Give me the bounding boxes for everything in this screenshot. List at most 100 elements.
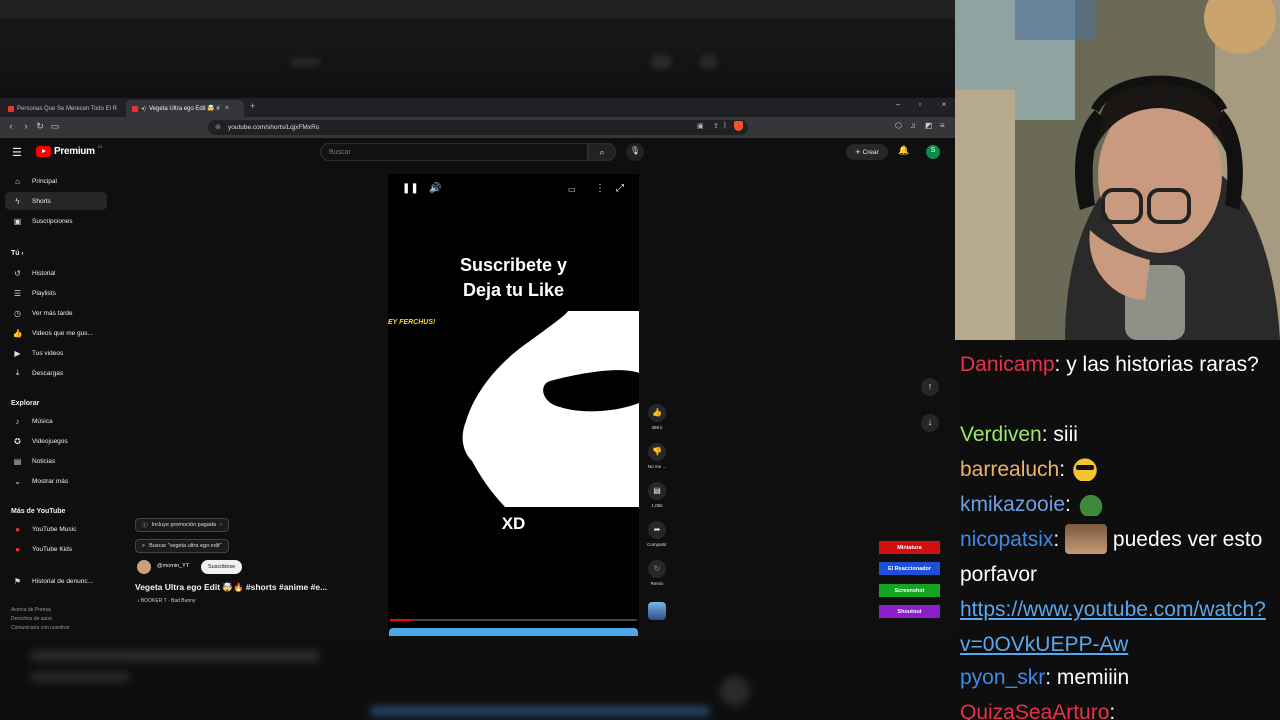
sidebar-item-playlists[interactable]: ☰ Playlists [5, 284, 107, 302]
sidebar: ⌂ Principal ϟ Shorts ▣ Suscripciones Tú › ↺… [0, 168, 120, 636]
share-page-icon[interactable]: ⇪ [713, 122, 719, 130]
search-input[interactable]: Buscar [320, 143, 588, 161]
back-icon[interactable]: ‹ [5, 121, 17, 131]
youtube-premium-logo[interactable]: Premium CL [36, 144, 103, 157]
stream-frame: Personas Que Se Merecen Todo El R ◂) Veg… [0, 0, 1280, 720]
subscribe-button[interactable]: Suscribirse [201, 560, 243, 574]
close-tab-icon[interactable]: × [225, 105, 229, 112]
site-info-icon[interactable]: ⊜ [215, 123, 221, 131]
youtube-logo-icon [36, 146, 51, 157]
sidebar-item-ver-mas-tarde[interactable]: ◷ Ver más tarde [5, 304, 107, 322]
channel-avatar[interactable] [137, 560, 151, 574]
captions-icon[interactable]: ▭ [568, 185, 576, 194]
search-suggestion-chip[interactable]: ⌕ Buscar "vegeta ultra ego edit" [135, 539, 229, 553]
address-bar[interactable]: ⊜ youtube.com/shorts/LqjxFMxRo [208, 120, 748, 135]
chat-username: nicopatsix [960, 528, 1054, 551]
screenshot-icon[interactable]: ▣ [697, 122, 704, 130]
sidebar-item-principal[interactable]: ⌂ Principal [5, 172, 107, 190]
share-button[interactable]: ➦ Compartir [642, 521, 672, 547]
url-text: youtube.com/shorts/LqjxFMxRo [228, 124, 320, 131]
sidebar-item-musica[interactable]: ♪ Música [5, 412, 107, 430]
video-icon: ▶ [14, 348, 21, 358]
video-title[interactable]: Vegeta Ultra ego Edit 🤯🔥 #shorts #anime … [135, 582, 327, 593]
reader-icon[interactable]: ▭ [49, 121, 61, 132]
restore-icon[interactable]: ▫ [911, 100, 929, 109]
new-tab-icon[interactable]: + [250, 101, 255, 111]
song-credit[interactable]: ♪ BOOKER T · Bad Bunny [137, 598, 195, 604]
fullscreen-icon[interactable]: ⤢ [616, 183, 624, 194]
reload-icon[interactable]: ↻ [34, 121, 46, 132]
notifications-bell-icon[interactable]: 🔔 [898, 145, 909, 156]
sidebar-item-youtube-music[interactable]: ● YouTube Music [5, 520, 107, 538]
streamer-webcam [955, 0, 1280, 340]
sidebar-item-descargas[interactable]: ⤓ Descargas [5, 364, 107, 382]
sidebar-item-report-history[interactable]: ⚑ Historial de denunc... [5, 572, 107, 590]
home-icon: ⌂ [15, 176, 20, 186]
sidebar-item-noticias[interactable]: ▤ Noticias [5, 452, 107, 470]
chat-message: Danicamp: y las historias raras? [960, 353, 1259, 376]
paid-promotion-chip[interactable]: ⓘ Incluye promoción pagada › [135, 518, 229, 532]
remix-button[interactable]: ↻ Remix [642, 560, 672, 586]
gaming-icon: ✪ [14, 436, 21, 446]
sidebar-item-videojuegos[interactable]: ✪ Videojuegos [5, 432, 107, 450]
audio-icon: ◂) [141, 106, 147, 112]
audio-thumbnail[interactable] [648, 602, 666, 620]
sidebar-heading-you[interactable]: Tú › [11, 250, 24, 257]
account-avatar[interactable]: S [926, 145, 940, 159]
volume-icon[interactable]: 🔊 [429, 183, 441, 194]
next-short-button[interactable]: ↓ [921, 414, 939, 432]
create-button[interactable]: + Crear [846, 144, 888, 160]
search-button[interactable]: ⌕ [588, 143, 616, 161]
media-icon[interactable]: ♫ [910, 121, 916, 130]
clock-icon: ◷ [14, 308, 21, 318]
comments-button[interactable]: ▤ 1,055 [642, 482, 672, 508]
chat-message: pyon_skr: memiiin [960, 666, 1130, 689]
channel-name[interactable]: @momin_YT [157, 563, 189, 569]
sidebar-heading-more: Más de YouTube [11, 508, 66, 515]
stream-chat: Danicamp: y las historias raras? Verdive… [955, 340, 1280, 720]
previous-short-button[interactable]: ↑ [921, 378, 939, 396]
comment-icon: ▤ [648, 482, 666, 500]
extension-icon[interactable]: ⬡ [895, 121, 902, 130]
voice-search-button[interactable]: 🎙 [626, 143, 644, 161]
menu-icon[interactable]: ≡ [940, 121, 945, 130]
reaccionador-button[interactable]: El Reaccionador [878, 561, 941, 576]
search-icon: ⌕ [599, 147, 605, 157]
overlay-tag: EY FERCHUS! [388, 319, 436, 326]
overlay-bottom-text: XD [501, 514, 526, 533]
silhouette-graphic [462, 311, 639, 507]
yt-kids-icon: ● [15, 544, 20, 554]
tab-vegeta[interactable]: ◂) Vegeta Ultra ego Edit 🤯 # × [126, 100, 244, 117]
screenshot-button[interactable]: Screenshot [878, 583, 941, 598]
like-button[interactable]: 👍 369 k [642, 404, 672, 430]
dislike-button[interactable]: 👎 No me ... [642, 443, 672, 469]
video-progress-bar[interactable] [390, 619, 637, 621]
sidebar-item-historial[interactable]: ↺ Historial [5, 264, 107, 282]
chat-username: barrealuch [960, 458, 1060, 481]
sidebar-item-suscripciones[interactable]: ▣ Suscripciones [5, 212, 107, 230]
webcam-image [955, 0, 1280, 340]
shoutout-button[interactable]: Shoutout [878, 604, 941, 619]
sidebar-item-shorts[interactable]: ϟ Shorts [5, 192, 107, 210]
shorts-player[interactable]: ❚❚ 🔊 ▭ ⋮ ⤢ Suscribete y Deja tu Like EY … [388, 174, 639, 632]
frog-emote-icon [1076, 492, 1105, 516]
sidebar-item-youtube-kids[interactable]: ● YouTube Kids [5, 540, 107, 558]
chat-link[interactable]: https://www.youtube.com/watch?v=0OVkUEPP… [960, 598, 1266, 656]
plus-icon: + [855, 147, 861, 157]
download-icon: ⤓ [15, 368, 20, 377]
forward-icon[interactable]: › [20, 121, 32, 131]
close-window-icon[interactable]: × [935, 100, 953, 109]
minimize-icon[interactable]: – [889, 100, 907, 109]
next-short-preview[interactable] [389, 628, 638, 636]
brave-shield-icon[interactable] [734, 121, 743, 131]
sidebar-item-tus-videos[interactable]: ▶ Tus videos [5, 344, 107, 362]
history-icon: ↺ [14, 268, 21, 278]
miniatura-button[interactable]: Miniatura [878, 540, 941, 555]
tab-personas[interactable]: Personas Que Se Merecen Todo El R [2, 100, 120, 117]
hamburger-menu-icon[interactable]: ☰ [12, 146, 22, 159]
more-options-icon[interactable]: ⋮ [595, 183, 605, 194]
wallet-icon[interactable]: ◩ [925, 121, 933, 130]
sidebar-item-mostrar-mas[interactable]: ⌄ Mostrar más [5, 472, 107, 490]
pause-icon[interactable]: ❚❚ [402, 183, 419, 194]
sidebar-item-liked-videos[interactable]: 👍 Videos que me gus... [5, 324, 107, 342]
